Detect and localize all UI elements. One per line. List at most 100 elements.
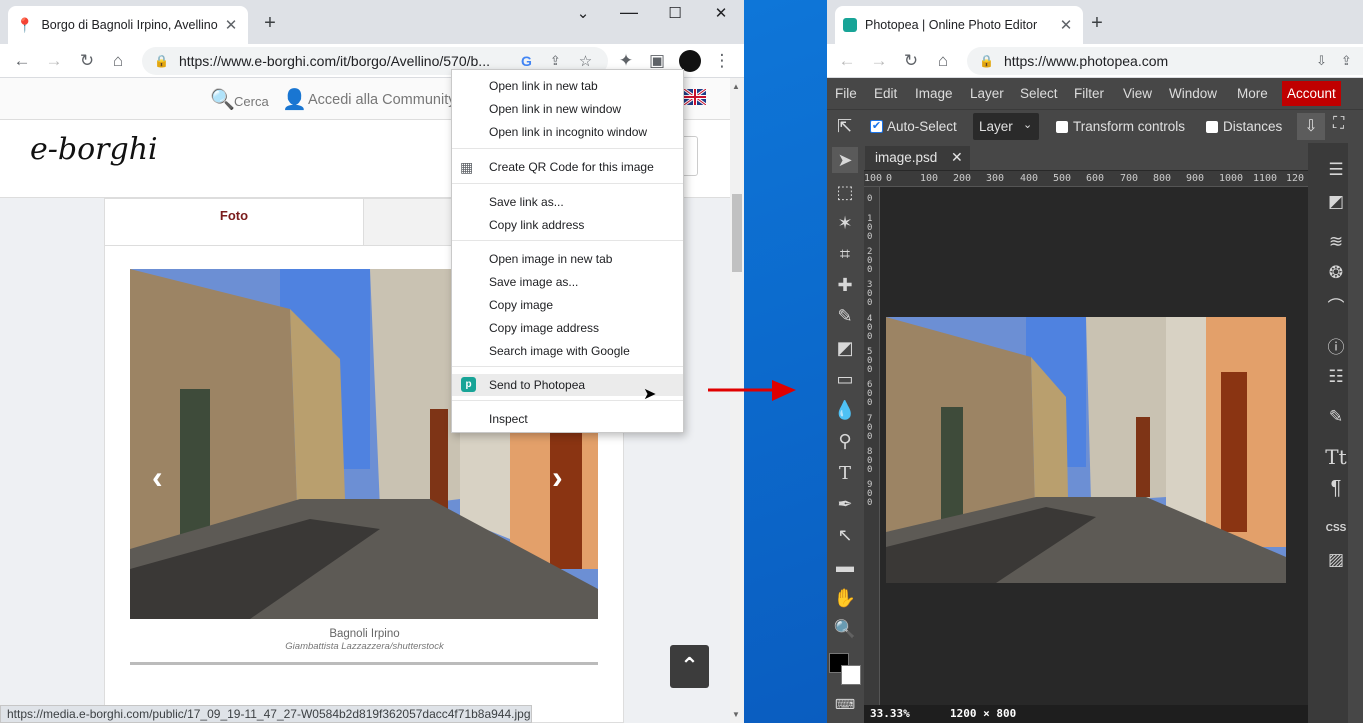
menu-create-qr-code[interactable]: Create QR Code for this image xyxy=(452,156,683,178)
tab-borgo[interactable]: 📍 Borgo di Bagnoli Irpino, Avellino ✕ xyxy=(8,6,248,44)
dodge-tool-icon[interactable]: ⚲ xyxy=(832,428,858,454)
menu-filter[interactable]: Filter xyxy=(1074,86,1104,101)
fullscreen-icon[interactable]: ⛶ xyxy=(1333,115,1344,133)
css-panel-icon[interactable]: CSS xyxy=(1323,515,1349,541)
menu-search-image-google[interactable]: Search image with Google xyxy=(452,340,683,362)
close-window-button[interactable]: ✕ xyxy=(698,4,744,22)
menu-save-image-as[interactable]: Save image as... xyxy=(452,271,683,293)
search-link[interactable]: Cerca xyxy=(234,94,269,109)
move-tool-icon[interactable]: ➤ xyxy=(832,147,858,173)
path-select-tool-icon[interactable]: ↖ xyxy=(832,522,858,548)
carousel-next-icon[interactable]: › xyxy=(552,459,563,496)
share-icon[interactable]: ⇪ xyxy=(1341,53,1352,69)
eraser-tool-icon[interactable]: ◩ xyxy=(832,335,858,361)
menu-open-link-incognito[interactable]: Open link in incognito window xyxy=(452,121,683,143)
scroll-down-icon[interactable]: ▼ xyxy=(732,710,740,719)
gradient-tool-icon[interactable]: ▭ xyxy=(832,366,858,392)
new-tab-button[interactable]: + xyxy=(258,12,282,35)
pen-tool-icon[interactable]: ✒ xyxy=(832,491,858,517)
magic-wand-tool-icon[interactable]: ✶ xyxy=(832,210,858,236)
menu-layer[interactable]: Layer xyxy=(970,86,1004,101)
menu-more[interactable]: More xyxy=(1237,86,1268,101)
more-menu-icon[interactable]: ⋮ xyxy=(710,49,734,73)
back-icon[interactable]: ← xyxy=(10,49,34,73)
download-icon[interactable]: ⇩ xyxy=(1297,113,1325,140)
history-icon[interactable]: ☰ xyxy=(1323,157,1349,183)
crop-tool-icon[interactable]: ⌗ xyxy=(832,241,858,267)
scroll-up-icon[interactable]: ▲ xyxy=(732,82,740,91)
install-app-icon[interactable]: ⇩ xyxy=(1316,53,1327,69)
healing-brush-tool-icon[interactable]: ✚ xyxy=(832,272,858,298)
close-document-icon[interactable]: ✕ xyxy=(951,149,963,166)
channels-icon[interactable]: ❂ xyxy=(1323,260,1349,286)
uk-flag-icon[interactable] xyxy=(683,87,707,107)
new-tab-button[interactable]: + xyxy=(1085,12,1109,35)
menu-window[interactable]: Window xyxy=(1169,86,1217,101)
menu-file[interactable]: File xyxy=(835,86,857,101)
community-link[interactable]: Accedi alla Community xyxy=(308,92,455,108)
scroll-top-button[interactable]: ⌃ xyxy=(670,645,709,688)
search-icon[interactable]: 🔍 xyxy=(210,87,235,112)
background-color-swatch[interactable] xyxy=(841,665,861,685)
menu-copy-image[interactable]: Copy image xyxy=(452,294,683,316)
zoom-tool-icon[interactable]: 🔍 xyxy=(832,616,858,642)
hand-tool-icon[interactable]: ✋ xyxy=(832,585,858,611)
menu-open-link-new-window[interactable]: Open link in new window xyxy=(452,98,683,120)
forward-icon[interactable]: → xyxy=(42,49,66,73)
share-icon[interactable]: ⇪ xyxy=(550,53,561,69)
tab-photopea[interactable]: Photopea | Online Photo Editor ✕ xyxy=(835,6,1083,44)
menu-copy-link-address[interactable]: Copy link address xyxy=(452,214,683,236)
transform-controls-checkbox[interactable] xyxy=(1056,121,1068,133)
menu-image[interactable]: Image xyxy=(915,86,953,101)
layers-icon[interactable]: ≋ xyxy=(1323,229,1349,255)
menu-select[interactable]: Select xyxy=(1020,86,1058,101)
image-panel-icon[interactable]: ▨ xyxy=(1323,547,1349,573)
minimize-button[interactable]: — xyxy=(606,2,652,23)
reload-icon[interactable]: ↻ xyxy=(75,49,99,73)
site-logo[interactable]: e-borghi xyxy=(30,132,158,167)
brush-tool-icon[interactable]: ✎ xyxy=(832,303,858,329)
brush-settings-icon[interactable]: ✎ xyxy=(1323,404,1349,430)
close-tab-icon[interactable]: ✕ xyxy=(1057,16,1075,34)
document-tab[interactable]: image.psd ✕ xyxy=(865,146,970,170)
paragraph-icon[interactable]: ¶ xyxy=(1323,475,1349,501)
blur-tool-icon[interactable]: 💧 xyxy=(832,397,858,423)
tab-search-button[interactable]: ⌄ xyxy=(560,4,606,22)
info-icon[interactable]: ⓘ xyxy=(1323,332,1349,358)
document-canvas-image[interactable] xyxy=(886,317,1286,583)
close-tab-icon[interactable]: ✕ xyxy=(222,16,240,34)
menu-view[interactable]: View xyxy=(1123,86,1152,101)
auto-select-checkbox[interactable]: ✔ xyxy=(870,120,883,133)
google-icon[interactable]: G xyxy=(521,53,532,69)
menu-edit[interactable]: Edit xyxy=(874,86,897,101)
keyboard-icon[interactable]: ⌨ xyxy=(832,691,858,717)
bookmark-star-icon[interactable]: ☆ xyxy=(579,52,592,70)
menu-inspect[interactable]: Inspect xyxy=(452,408,683,430)
address-bar-photopea[interactable]: 🔒 https://www.photopea.com ⇩ ⇪ xyxy=(967,47,1363,75)
user-icon[interactable]: 👤 xyxy=(282,87,307,112)
carousel-prev-icon[interactable]: ‹ xyxy=(152,459,163,496)
home-icon[interactable]: ⌂ xyxy=(106,49,130,73)
swatches-icon[interactable]: ◩ xyxy=(1323,189,1349,215)
paths-icon[interactable]: ⌒ xyxy=(1323,292,1349,318)
zoom-level[interactable]: 33.33% xyxy=(870,707,910,720)
forward-icon[interactable]: → xyxy=(867,49,891,73)
home-icon[interactable]: ⌂ xyxy=(931,49,955,73)
maximize-button[interactable]: ☐ xyxy=(652,4,698,22)
reload-icon[interactable]: ↻ xyxy=(899,49,923,73)
tab-foto[interactable]: Foto xyxy=(105,199,364,246)
menu-open-link-new-tab[interactable]: Open link in new tab xyxy=(452,75,683,97)
marquee-tool-icon[interactable]: ⬚ xyxy=(832,179,858,205)
distances-checkbox[interactable] xyxy=(1206,121,1218,133)
type-tool-icon[interactable]: T xyxy=(832,460,858,486)
shape-tool-icon[interactable]: ▬ xyxy=(832,553,858,579)
account-button[interactable]: Account xyxy=(1282,81,1341,106)
adjustments-icon[interactable]: ☷ xyxy=(1323,364,1349,390)
move-tool-icon[interactable]: ⇱ xyxy=(837,116,852,137)
back-icon[interactable]: ← xyxy=(835,49,859,73)
layer-select-dropdown[interactable]: Layer ⌄ xyxy=(973,113,1039,140)
menu-save-link-as[interactable]: Save link as... xyxy=(452,191,683,213)
menu-copy-image-address[interactable]: Copy image address xyxy=(452,317,683,339)
character-icon[interactable]: Tt xyxy=(1323,444,1349,470)
menu-open-image-new-tab[interactable]: Open image in new tab xyxy=(452,248,683,270)
